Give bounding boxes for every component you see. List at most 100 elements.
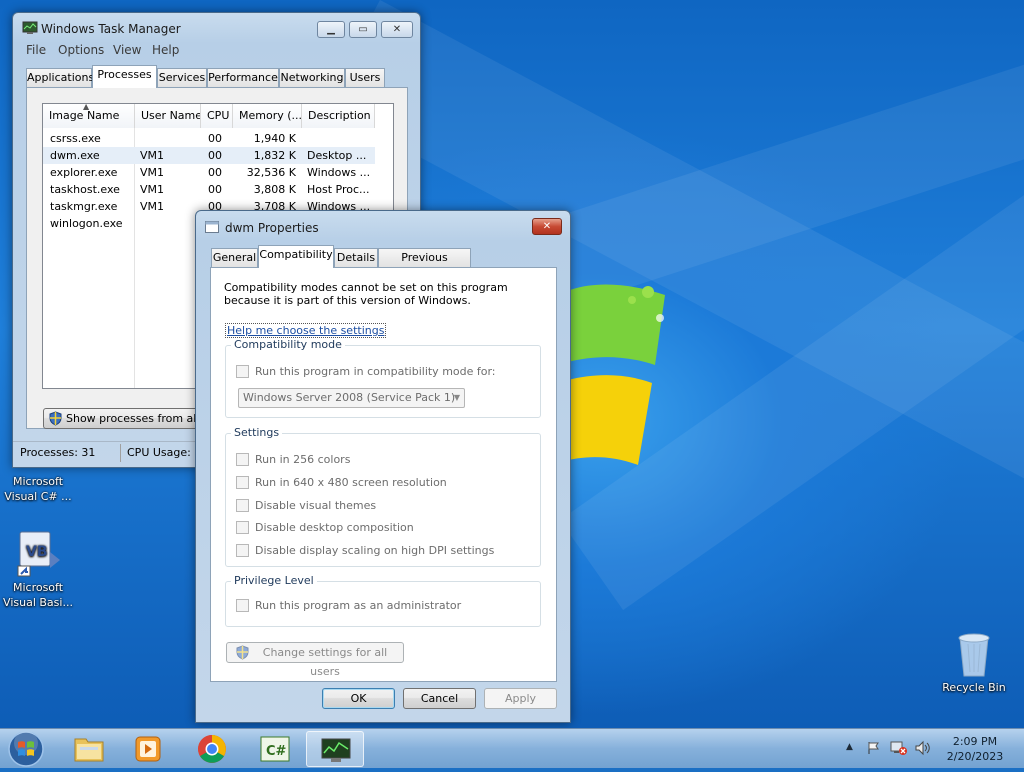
taskbar-media-player[interactable] (119, 731, 177, 767)
dialog-close-button[interactable]: ✕ (532, 218, 562, 235)
tab-networking[interactable]: Networking (279, 68, 345, 88)
apply-button[interactable]: Apply (484, 688, 557, 709)
checkbox-box (236, 365, 249, 378)
start-button[interactable] (6, 729, 46, 769)
tab-users[interactable]: Users (345, 68, 385, 88)
dialog-titlebar[interactable]: dwm Properties ✕ (196, 211, 570, 241)
process-cell-image: csrss.exe (50, 132, 101, 145)
volume-icon[interactable] (914, 740, 932, 759)
help-choose-settings-link[interactable]: Help me choose the settings (225, 323, 387, 338)
checkbox-disable-visual-themes[interactable]: Disable visual themes (236, 499, 376, 515)
tab-processes[interactable]: Processes (92, 65, 157, 88)
minimize-button[interactable]: ▁ (317, 21, 345, 38)
process-row[interactable]: taskhost.exe VM1 00 3,808 K Host Proc... (43, 181, 375, 198)
taskbar-task-manager[interactable] (306, 731, 364, 767)
compatibility-os-select[interactable]: Windows Server 2008 (Service Pack 1) ▼ (238, 388, 465, 408)
cancel-button[interactable]: Cancel (403, 688, 476, 709)
desktop-icon-recycle-bin[interactable]: Recycle Bin (938, 630, 1010, 695)
column-header-user-name[interactable]: User Name (135, 104, 201, 128)
process-cell-memory: 1,940 K (253, 132, 296, 145)
taskbar: C# ▲ 2:09 PM 2/20/2023 (0, 728, 1024, 768)
maximize-button[interactable]: ▭ (349, 21, 377, 38)
change-settings-all-users-button[interactable]: Change settings for all users (226, 642, 404, 678)
desktop-icon-label: Recycle Bin (942, 681, 1006, 694)
checkbox-label: Run in 256 colors (255, 453, 351, 466)
sort-arrow-icon: ▲ (83, 104, 90, 111)
visual-basic-icon: VB (14, 530, 62, 578)
process-cell-cpu: 00 (208, 149, 222, 162)
checkbox-disable-desktop-composition[interactable]: Disable desktop composition (236, 521, 414, 537)
compatibility-mode-checkbox[interactable]: Run this program in compatibility mode f… (236, 365, 496, 381)
checkbox-label: Disable display scaling on high DPI sett… (255, 544, 495, 557)
process-cell-description: Desktop ... (307, 149, 367, 162)
task-manager-titlebar[interactable]: Windows Task Manager ▁ ▭ ✕ (13, 13, 420, 43)
tab-services[interactable]: Services (157, 68, 207, 88)
compatibility-info-text: Compatibility modes cannot be set on thi… (224, 281, 508, 307)
tab-general[interactable]: General (211, 248, 258, 268)
folder-icon (74, 738, 104, 762)
tab-details[interactable]: Details (334, 248, 378, 268)
button-label: Change settings for all users (262, 646, 388, 678)
desktop-icon-visual-basic[interactable]: VB Microsoft Visual Basi... (2, 530, 74, 610)
chrome-icon (198, 735, 226, 763)
checkbox-run-640x480[interactable]: Run in 640 x 480 screen resolution (236, 476, 447, 492)
checkbox-run-as-administrator[interactable]: Run this program as an administrator (236, 599, 461, 615)
process-cell-user: VM1 (140, 200, 165, 213)
task-manager-title: Windows Task Manager (41, 22, 181, 36)
process-cell-image: taskhost.exe (50, 183, 120, 196)
process-row[interactable]: explorer.exe VM1 00 32,536 K Windows ... (43, 164, 375, 181)
desktop-icon-partial[interactable]: M (0, 58, 10, 73)
desktop-icon-label: Microsoft Visual Basi... (3, 581, 73, 609)
column-header-image-name[interactable]: Image Name ▲ (43, 104, 135, 128)
media-player-icon (135, 736, 161, 762)
menu-file[interactable]: File (26, 43, 46, 57)
network-disconnected-icon[interactable] (890, 740, 908, 759)
checkbox-box (236, 521, 249, 534)
action-center-flag-icon[interactable] (866, 740, 882, 759)
tab-performance[interactable]: Performance (207, 68, 279, 88)
svg-text:C#: C# (266, 744, 287, 759)
uac-shield-icon (236, 645, 249, 666)
checkbox-run-256-colors[interactable]: Run in 256 colors (236, 453, 350, 469)
process-cell-image: taskmgr.exe (50, 200, 118, 213)
close-button[interactable]: ✕ (381, 21, 413, 38)
system-clock[interactable]: 2:09 PM 2/20/2023 (940, 734, 1010, 764)
process-cell-description: Windows ... (307, 166, 371, 179)
taskbar-visual-csharp[interactable]: C# (246, 731, 304, 767)
column-header-cpu[interactable]: CPU (201, 104, 233, 128)
compatibility-mode-title: Compatibility mode (231, 338, 345, 351)
recycle-bin-icon (950, 630, 998, 678)
desktop-icon-visual-csharp[interactable]: Microsoft Visual C# ... (2, 474, 74, 504)
tab-compatibility[interactable]: Compatibility (258, 245, 334, 268)
select-value: Windows Server 2008 (Service Pack 1) (243, 391, 456, 404)
desktop-icon-partial[interactable]: D (0, 162, 10, 177)
dwm-properties-dialog[interactable]: dwm Properties ✕ General Compatibility D… (195, 210, 571, 723)
checkbox-box (236, 476, 249, 489)
menu-options[interactable]: Options (58, 43, 104, 57)
taskbar-windows-explorer[interactable] (60, 731, 118, 767)
column-header-memory[interactable]: Memory (... (233, 104, 302, 128)
process-cell-memory: 3,808 K (253, 183, 296, 196)
process-row[interactable]: dwm.exe VM1 00 1,832 K Desktop ... (43, 147, 375, 164)
checkbox-label: Disable visual themes (255, 499, 377, 512)
process-cell-user: VM1 (140, 183, 165, 196)
uac-shield-icon (49, 411, 62, 432)
process-row[interactable]: csrss.exe 00 1,940 K (43, 130, 375, 147)
tab-previous-versions[interactable]: Previous Versions (378, 248, 471, 282)
button-label: Show processes from all us (66, 412, 216, 425)
dialog-app-icon (205, 221, 219, 233)
ok-button[interactable]: OK (322, 688, 395, 709)
checkbox-disable-dpi-scaling[interactable]: Disable display scaling on high DPI sett… (236, 544, 494, 560)
process-cell-user: VM1 (140, 149, 165, 162)
checkbox-label: Run this program as an administrator (255, 599, 462, 612)
menu-help[interactable]: Help (152, 43, 179, 57)
desktop-icon-label: Microsoft Visual C# ... (4, 475, 72, 503)
visual-csharp-icon: C# (260, 736, 290, 762)
checkbox-label: Run this program in compatibility mode f… (255, 365, 496, 378)
taskbar-chrome[interactable] (183, 731, 241, 767)
tab-applications[interactable]: Applications (26, 68, 94, 88)
menu-view[interactable]: View (113, 43, 141, 57)
column-header-description[interactable]: Description (302, 104, 375, 128)
checkbox-box (236, 599, 249, 612)
show-hidden-icons-chevron-icon[interactable]: ▲ (846, 742, 853, 752)
